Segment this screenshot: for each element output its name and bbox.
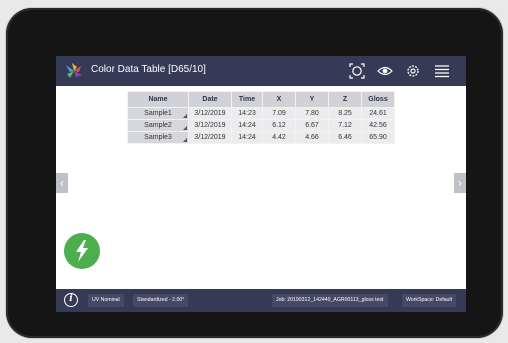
time-cell: 14:23 xyxy=(231,107,263,120)
gloss-cell: 65.90 xyxy=(361,131,395,144)
gloss-cell: 42.56 xyxy=(361,119,395,132)
table-row[interactable]: Sample3 3/12/2019 14:24 4.42 4.66 6.46 6… xyxy=(127,131,395,144)
menu-icon[interactable] xyxy=(433,62,451,80)
uv-status[interactable]: UV Nominal xyxy=(88,294,124,307)
table-row[interactable]: Sample2 3/12/2019 14:24 6.12 6.67 7.12 4… xyxy=(127,119,395,132)
column-header-time[interactable]: Time xyxy=(231,91,263,108)
standardization-status[interactable]: Standardized - 2.00° xyxy=(133,294,189,307)
window-title: Color Data Table [D65/10] xyxy=(91,64,206,75)
target-icon[interactable] xyxy=(348,62,366,80)
column-header-x[interactable]: X xyxy=(262,91,296,108)
column-header-gloss[interactable]: Gloss xyxy=(361,91,395,108)
job-label[interactable]: Job: 20190312_142440_AGR00113_gloss test xyxy=(272,294,388,307)
date-cell: 3/12/2019 xyxy=(188,131,232,144)
info-icon[interactable]: i xyxy=(64,293,78,307)
color-data-table: Name Date Time X Y Z Gloss Sample1 3/12/… xyxy=(127,91,395,144)
column-header-name[interactable]: Name xyxy=(127,91,189,108)
app-screen: Color Data Table [D65/10] Name Date Time… xyxy=(56,56,466,312)
gear-icon[interactable] xyxy=(404,62,422,80)
x-cell: 4.42 xyxy=(262,131,296,144)
z-cell: 7.12 xyxy=(328,119,362,132)
next-page-button[interactable]: › xyxy=(454,173,466,193)
z-cell: 8.25 xyxy=(328,107,362,120)
eye-icon[interactable] xyxy=(376,62,394,80)
y-cell: 4.66 xyxy=(295,131,329,144)
workspace-label[interactable]: WorkSpace: Default xyxy=(402,294,457,307)
x-cell: 6.12 xyxy=(262,119,296,132)
status-bar: i UV Nominal Standardized - 2.00° Job: 2… xyxy=(56,289,466,312)
measure-button[interactable] xyxy=(64,233,100,269)
gloss-cell: 24.61 xyxy=(361,107,395,120)
x-cell: 7.09 xyxy=(262,107,296,120)
column-header-z[interactable]: Z xyxy=(328,91,362,108)
time-cell: 14:24 xyxy=(231,119,263,132)
z-cell: 6.46 xyxy=(328,131,362,144)
table-row[interactable]: Sample1 3/12/2019 14:23 7.09 7.80 8.25 2… xyxy=(127,107,395,120)
top-bar: Color Data Table [D65/10] xyxy=(56,56,466,86)
sample-name-cell[interactable]: Sample2 xyxy=(127,119,189,132)
app-logo-icon xyxy=(64,62,84,80)
date-cell: 3/12/2019 xyxy=(188,107,232,120)
column-header-y[interactable]: Y xyxy=(295,91,329,108)
time-cell: 14:24 xyxy=(231,131,263,144)
y-cell: 7.80 xyxy=(295,107,329,120)
sample-name-cell[interactable]: Sample3 xyxy=(127,131,189,144)
table-header-row: Name Date Time X Y Z Gloss xyxy=(127,91,395,108)
lightning-icon xyxy=(76,240,88,262)
sample-name-cell[interactable]: Sample1 xyxy=(127,107,189,120)
column-header-date[interactable]: Date xyxy=(188,91,232,108)
date-cell: 3/12/2019 xyxy=(188,119,232,132)
y-cell: 6.67 xyxy=(295,119,329,132)
previous-page-button[interactable]: ‹ xyxy=(56,173,68,193)
